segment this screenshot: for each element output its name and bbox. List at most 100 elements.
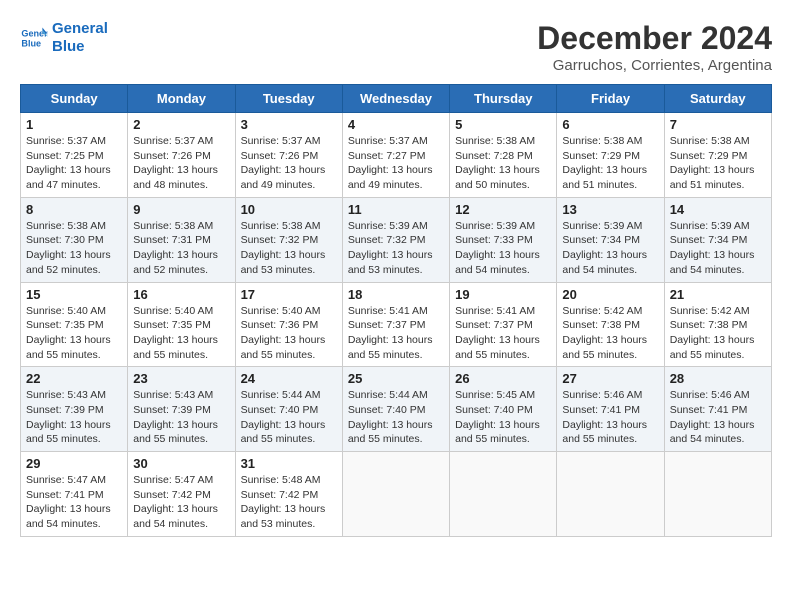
day-info: Sunrise: 5:46 AM Sunset: 7:41 PM Dayligh…: [562, 388, 658, 447]
calendar-cell: 17Sunrise: 5:40 AM Sunset: 7:36 PM Dayli…: [235, 282, 342, 367]
calendar-cell: 24 Sunrise: 5:44 AM Sunset: 7:40 PM Dayli…: [235, 367, 342, 452]
day-info: Sunrise: 5:44 AM Sunset: 7:40 PM Dayligh…: [241, 388, 337, 447]
logo: General Blue General Blue: [20, 20, 108, 56]
calendar-cell: 1Sunrise: 5:37 AM Sunset: 7:25 PM Daylig…: [21, 113, 128, 198]
day-number: 23: [133, 371, 229, 386]
calendar-cell: 10 Sunrise: 5:38 AM Sunset: 7:32 PM Dayli…: [235, 197, 342, 282]
logo-line1: General: [52, 20, 108, 38]
day-number: 7: [670, 117, 766, 132]
week-row-4: 22Sunrise: 5:43 AM Sunset: 7:39 PM Dayli…: [21, 367, 772, 452]
weekday-header-monday: Monday: [128, 85, 235, 113]
day-info: Sunrise: 5:37 AM Sunset: 7:26 PM Dayligh…: [241, 134, 337, 193]
day-info: Sunrise: 5:37 AM Sunset: 7:26 PM Dayligh…: [133, 134, 229, 193]
svg-text:Blue: Blue: [21, 38, 41, 48]
calendar-cell: 9 Sunrise: 5:38 AM Sunset: 7:31 PM Daylig…: [128, 197, 235, 282]
day-info: Sunrise: 5:46 AM Sunset: 7:41 PM Dayligh…: [670, 388, 766, 447]
week-row-5: 29 Sunrise: 5:47 AM Sunset: 7:41 PM Dayli…: [21, 452, 772, 537]
day-number: 29: [26, 456, 122, 471]
weekday-header-thursday: Thursday: [450, 85, 557, 113]
calendar-cell: [557, 452, 664, 537]
calendar-cell: 20 Sunrise: 5:42 AM Sunset: 7:38 PM Dayli…: [557, 282, 664, 367]
day-number: 20: [562, 287, 658, 302]
calendar-cell: 14 Sunrise: 5:39 AM Sunset: 7:34 PM Dayli…: [664, 197, 771, 282]
calendar-cell: 27Sunrise: 5:46 AM Sunset: 7:41 PM Dayli…: [557, 367, 664, 452]
title-section: December 2024 Garruchos, Corrientes, Arg…: [537, 20, 772, 74]
day-info: Sunrise: 5:39 AM Sunset: 7:33 PM Dayligh…: [455, 219, 551, 278]
calendar-cell: [450, 452, 557, 537]
week-row-3: 15 Sunrise: 5:40 AM Sunset: 7:35 PM Dayli…: [21, 282, 772, 367]
calendar-cell: 28Sunrise: 5:46 AM Sunset: 7:41 PM Dayli…: [664, 367, 771, 452]
day-info: Sunrise: 5:38 AM Sunset: 7:29 PM Dayligh…: [670, 134, 766, 193]
day-info: Sunrise: 5:40 AM Sunset: 7:35 PM Dayligh…: [133, 304, 229, 363]
day-number: 25: [348, 371, 444, 386]
calendar-cell: 13 Sunrise: 5:39 AM Sunset: 7:34 PM Dayli…: [557, 197, 664, 282]
page-header: General Blue General Blue December 2024 …: [20, 20, 772, 74]
day-number: 10: [241, 202, 337, 217]
day-info: Sunrise: 5:47 AM Sunset: 7:41 PM Dayligh…: [26, 473, 122, 532]
calendar-cell: 26 Sunrise: 5:45 AM Sunset: 7:40 PM Dayli…: [450, 367, 557, 452]
day-info: Sunrise: 5:42 AM Sunset: 7:38 PM Dayligh…: [562, 304, 658, 363]
day-number: 30: [133, 456, 229, 471]
logo-line2: Blue: [52, 38, 108, 56]
weekday-header-saturday: Saturday: [664, 85, 771, 113]
weekday-header-row: SundayMondayTuesdayWednesdayThursdayFrid…: [21, 85, 772, 113]
day-number: 15: [26, 287, 122, 302]
day-info: Sunrise: 5:38 AM Sunset: 7:31 PM Dayligh…: [133, 219, 229, 278]
calendar-cell: 18 Sunrise: 5:41 AM Sunset: 7:37 PM Dayli…: [342, 282, 449, 367]
day-info: Sunrise: 5:39 AM Sunset: 7:34 PM Dayligh…: [562, 219, 658, 278]
day-number: 19: [455, 287, 551, 302]
calendar-cell: 30Sunrise: 5:47 AM Sunset: 7:42 PM Dayli…: [128, 452, 235, 537]
calendar-cell: 12 Sunrise: 5:39 AM Sunset: 7:33 PM Dayli…: [450, 197, 557, 282]
weekday-header-wednesday: Wednesday: [342, 85, 449, 113]
day-number: 4: [348, 117, 444, 132]
day-number: 21: [670, 287, 766, 302]
day-info: Sunrise: 5:37 AM Sunset: 7:27 PM Dayligh…: [348, 134, 444, 193]
weekday-header-friday: Friday: [557, 85, 664, 113]
day-number: 5: [455, 117, 551, 132]
calendar-cell: 2 Sunrise: 5:37 AM Sunset: 7:26 PM Daylig…: [128, 113, 235, 198]
calendar-cell: 22Sunrise: 5:43 AM Sunset: 7:39 PM Dayli…: [21, 367, 128, 452]
calendar-cell: 29 Sunrise: 5:47 AM Sunset: 7:41 PM Dayli…: [21, 452, 128, 537]
calendar-cell: 7 Sunrise: 5:38 AM Sunset: 7:29 PM Daylig…: [664, 113, 771, 198]
day-info: Sunrise: 5:45 AM Sunset: 7:40 PM Dayligh…: [455, 388, 551, 447]
day-number: 11: [348, 202, 444, 217]
day-info: Sunrise: 5:40 AM Sunset: 7:35 PM Dayligh…: [26, 304, 122, 363]
calendar-cell: 16Sunrise: 5:40 AM Sunset: 7:35 PM Dayli…: [128, 282, 235, 367]
day-info: Sunrise: 5:41 AM Sunset: 7:37 PM Dayligh…: [455, 304, 551, 363]
calendar-cell: [664, 452, 771, 537]
day-info: Sunrise: 5:38 AM Sunset: 7:30 PM Dayligh…: [26, 219, 122, 278]
day-number: 31: [241, 456, 337, 471]
day-number: 3: [241, 117, 337, 132]
day-number: 26: [455, 371, 551, 386]
day-number: 12: [455, 202, 551, 217]
day-number: 24: [241, 371, 337, 386]
calendar-cell: [342, 452, 449, 537]
day-number: 1: [26, 117, 122, 132]
day-number: 2: [133, 117, 229, 132]
day-number: 14: [670, 202, 766, 217]
calendar-cell: 3 Sunrise: 5:37 AM Sunset: 7:26 PM Daylig…: [235, 113, 342, 198]
day-number: 18: [348, 287, 444, 302]
day-number: 13: [562, 202, 658, 217]
calendar-table: SundayMondayTuesdayWednesdayThursdayFrid…: [20, 84, 772, 537]
month-title: December 2024: [537, 20, 772, 57]
calendar-cell: 4 Sunrise: 5:37 AM Sunset: 7:27 PM Daylig…: [342, 113, 449, 198]
calendar-cell: 8Sunrise: 5:38 AM Sunset: 7:30 PM Daylig…: [21, 197, 128, 282]
day-info: Sunrise: 5:38 AM Sunset: 7:28 PM Dayligh…: [455, 134, 551, 193]
location-subtitle: Garruchos, Corrientes, Argentina: [537, 57, 772, 74]
week-row-2: 8Sunrise: 5:38 AM Sunset: 7:30 PM Daylig…: [21, 197, 772, 282]
day-info: Sunrise: 5:42 AM Sunset: 7:38 PM Dayligh…: [670, 304, 766, 363]
day-info: Sunrise: 5:41 AM Sunset: 7:37 PM Dayligh…: [348, 304, 444, 363]
day-info: Sunrise: 5:38 AM Sunset: 7:32 PM Dayligh…: [241, 219, 337, 278]
day-info: Sunrise: 5:38 AM Sunset: 7:29 PM Dayligh…: [562, 134, 658, 193]
day-info: Sunrise: 5:39 AM Sunset: 7:34 PM Dayligh…: [670, 219, 766, 278]
calendar-cell: 5 Sunrise: 5:38 AM Sunset: 7:28 PM Daylig…: [450, 113, 557, 198]
calendar-cell: 15 Sunrise: 5:40 AM Sunset: 7:35 PM Dayli…: [21, 282, 128, 367]
weekday-header-sunday: Sunday: [21, 85, 128, 113]
day-number: 9: [133, 202, 229, 217]
calendar-cell: 21 Sunrise: 5:42 AM Sunset: 7:38 PM Dayli…: [664, 282, 771, 367]
day-info: Sunrise: 5:43 AM Sunset: 7:39 PM Dayligh…: [26, 388, 122, 447]
calendar-cell: 31 Sunrise: 5:48 AM Sunset: 7:42 PM Dayli…: [235, 452, 342, 537]
day-info: Sunrise: 5:48 AM Sunset: 7:42 PM Dayligh…: [241, 473, 337, 532]
day-info: Sunrise: 5:39 AM Sunset: 7:32 PM Dayligh…: [348, 219, 444, 278]
